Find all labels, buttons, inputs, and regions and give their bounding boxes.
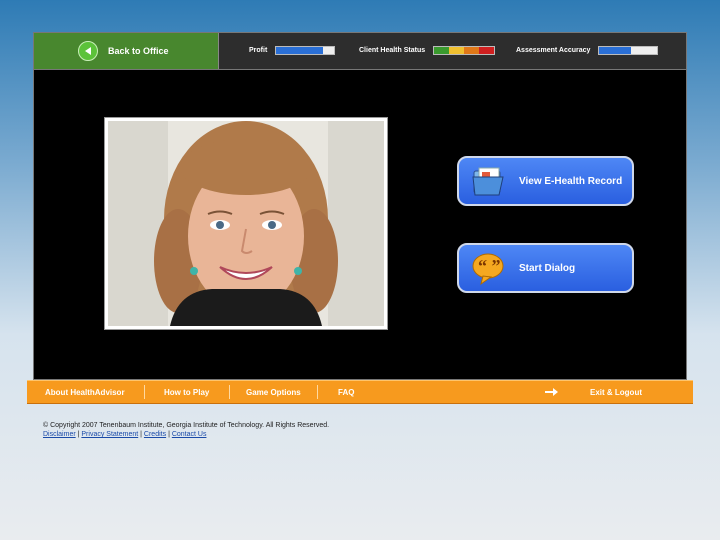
client-health-bar: [433, 46, 496, 55]
start-dialog-button[interactable]: “ ” Start Dialog: [457, 243, 634, 293]
profit-label: Profit: [249, 47, 268, 54]
health-segment: [449, 47, 465, 54]
game-frame: Back to Office Profit Client Health Stat…: [33, 32, 687, 380]
assessment-accuracy-bar: [598, 46, 659, 55]
client-health-label: Client Health Status: [359, 47, 426, 54]
client-portrait: [108, 121, 384, 326]
exit-arrow-icon: [545, 388, 558, 396]
profit-bar: [275, 46, 336, 55]
back-to-office-button[interactable]: Back to Office: [34, 33, 219, 69]
start-dialog-label: Start Dialog: [519, 262, 576, 274]
credits-link[interactable]: Credits: [144, 431, 166, 438]
view-ehealth-record-label: View E-Health Record: [519, 175, 623, 187]
health-segment: [464, 47, 480, 54]
stage: View E-Health Record “ ” Start Dialog: [34, 70, 686, 379]
assessment-accuracy-label: Assessment Accuracy: [516, 47, 591, 54]
profit-bar-fill: [276, 47, 323, 54]
speech-bubble-icon: “ ”: [472, 253, 504, 286]
profit-meter: Profit: [249, 45, 336, 56]
assessment-accuracy-bar-fill: [599, 47, 632, 54]
nav-about[interactable]: About HealthAdvisor: [45, 381, 125, 403]
view-ehealth-record-button[interactable]: View E-Health Record: [457, 156, 634, 206]
exit-logout-button[interactable]: Exit & Logout: [545, 381, 642, 403]
client-photo: [104, 117, 388, 330]
assessment-accuracy-meter: Assessment Accuracy: [516, 45, 659, 56]
folder-icon: [472, 167, 504, 196]
status-bar: Back to Office Profit Client Health Stat…: [34, 33, 686, 70]
exit-logout-label: Exit & Logout: [590, 387, 642, 397]
nav-faq[interactable]: FAQ: [338, 381, 354, 403]
nav-divider: [144, 385, 145, 399]
back-label: Back to Office: [108, 46, 169, 56]
privacy-statement-link[interactable]: Privacy Statement: [81, 431, 138, 438]
client-health-meter: Client Health Status: [359, 45, 496, 56]
nav-divider: [317, 385, 318, 399]
disclaimer-link[interactable]: Disclaimer: [43, 431, 76, 438]
health-segment: [479, 47, 495, 54]
footer-links: Disclaimer | Privacy Statement | Credits…: [43, 431, 206, 438]
bottom-nav: About HealthAdvisor How to Play Game Opt…: [27, 380, 693, 404]
back-arrow-icon: [78, 41, 98, 61]
contact-us-link[interactable]: Contact Us: [172, 431, 207, 438]
nav-how-to-play[interactable]: How to Play: [164, 381, 209, 403]
copyright-text: © Copyright 2007 Tenenbaum Institute, Ge…: [43, 422, 330, 429]
svg-text:“ ”: “ ”: [478, 256, 501, 276]
health-segment: [434, 47, 450, 54]
nav-game-options[interactable]: Game Options: [246, 381, 301, 403]
nav-divider: [229, 385, 230, 399]
